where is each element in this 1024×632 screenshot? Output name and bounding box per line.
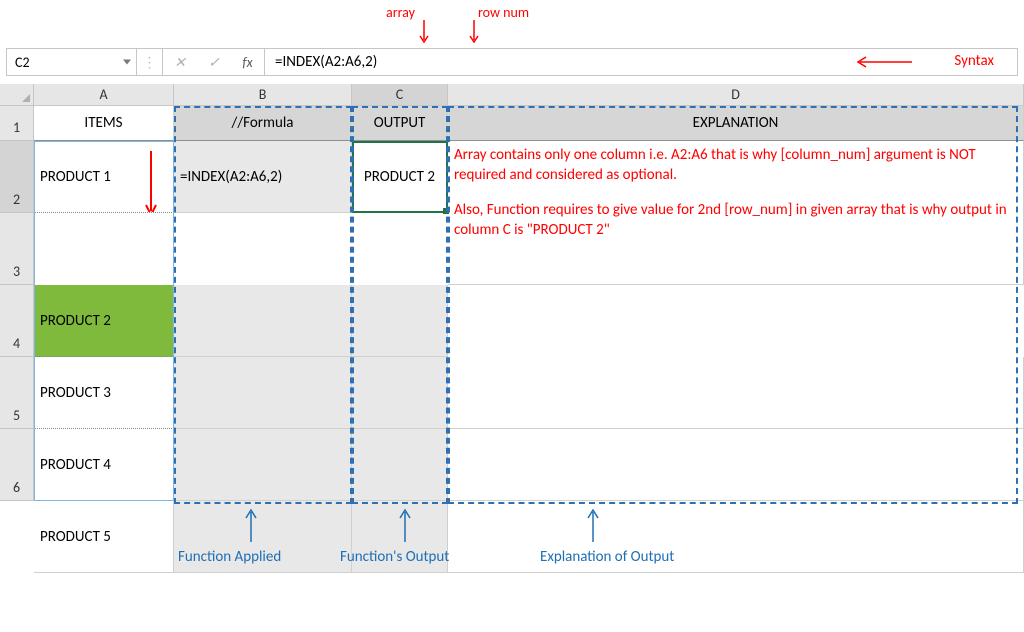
annotation-array-label: array: [386, 4, 415, 21]
row-header-5[interactable]: 5: [0, 357, 34, 429]
cell-c3[interactable]: [352, 285, 448, 357]
arrow-down-icon: [418, 20, 430, 46]
cell-d4[interactable]: [448, 357, 1024, 429]
header-explanation[interactable]: EXPLANATION: [448, 106, 1024, 141]
explanation-line-1: Array contains only one column i.e. A2:A…: [454, 145, 1017, 186]
select-all-corner[interactable]: [0, 84, 34, 106]
cell-c5[interactable]: [352, 429, 448, 501]
fx-button[interactable]: fx: [231, 49, 265, 75]
cell-b5[interactable]: [174, 429, 352, 501]
cell-c4[interactable]: [352, 357, 448, 429]
explanation-line-2: Also, Function requires to give value fo…: [454, 200, 1017, 241]
arrow-up-icon: [398, 506, 412, 544]
cell-value: PRODUCT 1: [40, 168, 111, 186]
fx-label: fx: [242, 54, 252, 71]
arrow-down-icon: [468, 20, 480, 46]
arrow-left-icon: [852, 54, 912, 70]
annotation-rownum-label: row num: [478, 4, 529, 21]
table-row: PRODUCT 2: [34, 285, 1024, 357]
header-output[interactable]: OUTPUT: [352, 106, 448, 141]
cell-a2[interactable]: PRODUCT 1: [34, 141, 174, 213]
row-header-4[interactable]: 4: [0, 285, 34, 357]
header-items[interactable]: ITEMS: [34, 106, 174, 141]
name-box[interactable]: C2: [7, 49, 137, 75]
table-row: PRODUCT 4: [34, 429, 1024, 501]
separator-icon: ⋮: [137, 49, 163, 75]
annotation-syntax-label: Syntax: [954, 52, 994, 70]
name-box-value: C2: [15, 54, 30, 71]
col-header-a[interactable]: A: [34, 84, 174, 106]
arrow-up-icon: [244, 506, 258, 544]
table-row: PRODUCT 1 =INDEX(A2:A6,2) PRODUCT 2 Arra…: [34, 141, 1024, 285]
cell-a5[interactable]: PRODUCT 4: [34, 429, 174, 501]
formula-text: =INDEX(A2:A6,2): [275, 53, 377, 71]
col-header-b[interactable]: B: [174, 84, 352, 106]
label-function-output: Function's Output: [340, 548, 449, 566]
enter-icon[interactable]: ✓: [197, 49, 231, 75]
table-row: PRODUCT 3: [34, 357, 1024, 429]
col-header-d[interactable]: D: [448, 84, 1024, 106]
cells-area: ITEMS //Formula OUTPUT EXPLANATION PRODU…: [34, 106, 1024, 573]
cell-d-explanation[interactable]: Array contains only one column i.e. A2:A…: [448, 141, 1024, 285]
row-header-2[interactable]: 2: [0, 141, 34, 213]
cell-b4[interactable]: [174, 357, 352, 429]
label-function-applied: Function Applied: [178, 548, 281, 566]
cell-a4[interactable]: PRODUCT 3: [34, 357, 174, 429]
cancel-icon[interactable]: ✕: [163, 49, 197, 75]
cell-c2[interactable]: PRODUCT 2: [352, 141, 448, 213]
cell-b2[interactable]: =INDEX(A2:A6,2): [174, 141, 352, 213]
header-formula[interactable]: //Formula: [174, 106, 352, 141]
column-headers: A B C D: [34, 84, 1024, 106]
cell-a6[interactable]: PRODUCT 5: [34, 501, 174, 573]
row-header-6[interactable]: 6: [0, 429, 34, 501]
cell-d5[interactable]: [448, 429, 1024, 501]
label-explanation-output: Explanation of Output: [540, 548, 674, 566]
cell-b3[interactable]: [174, 285, 352, 357]
arrow-up-icon: [586, 506, 600, 544]
cell-a3[interactable]: PRODUCT 2: [34, 285, 174, 357]
row-headers: 1 2 3 4 5 6: [0, 106, 34, 501]
table-row: ITEMS //Formula OUTPUT EXPLANATION: [34, 106, 1024, 141]
arrow-down-icon: [144, 151, 158, 213]
cell-d6[interactable]: [448, 501, 1024, 573]
col-header-c[interactable]: C: [352, 84, 448, 106]
row-header-1[interactable]: 1: [0, 106, 34, 141]
row-header-3[interactable]: 3: [0, 213, 34, 285]
dropdown-icon[interactable]: [123, 60, 131, 65]
